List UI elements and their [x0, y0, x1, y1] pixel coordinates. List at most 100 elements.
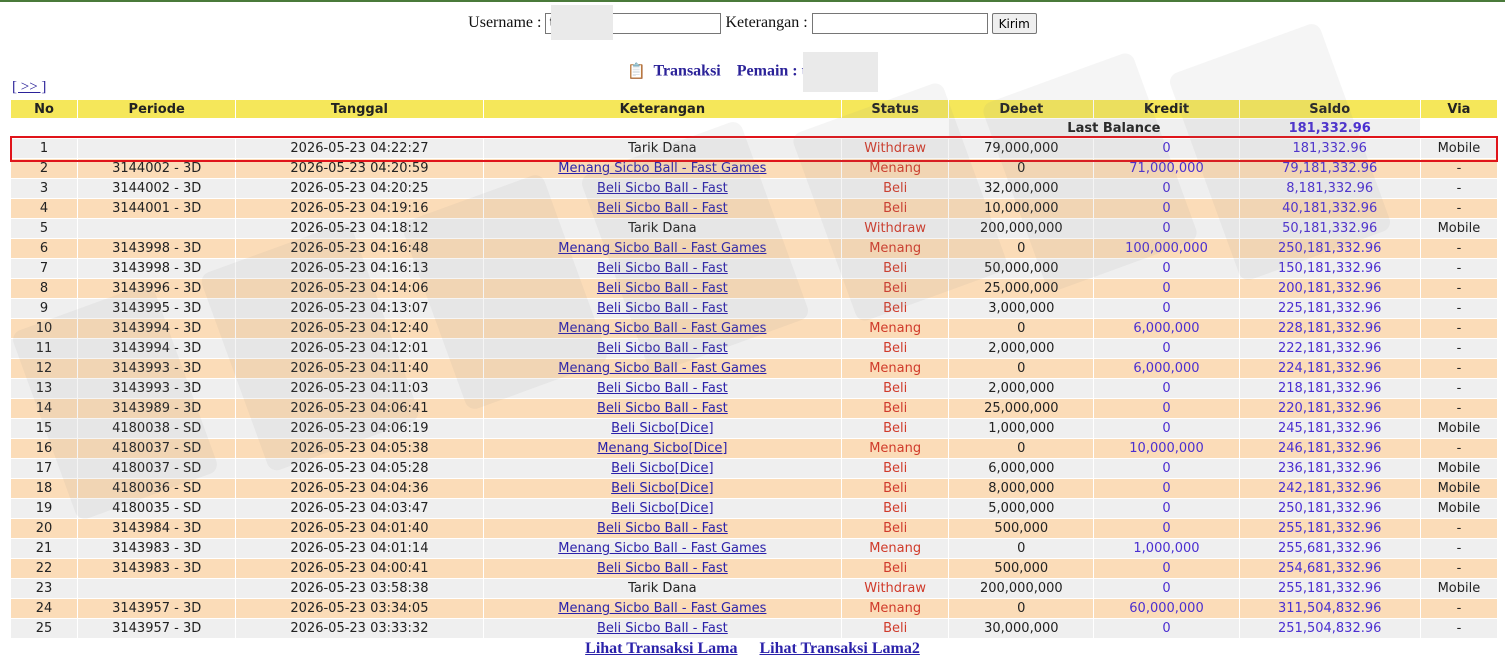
- row-kredit: 6,000,000: [1094, 359, 1239, 378]
- row-status: Beli: [842, 299, 949, 318]
- row-tanggal: 2026-05-23 04:18:12: [236, 219, 483, 238]
- row-via: -: [1420, 339, 1497, 358]
- row-tanggal: 2026-05-23 04:03:47: [236, 499, 483, 518]
- row-no: 5: [11, 219, 78, 238]
- keterangan-link[interactable]: Menang Sicbo Ball - Fast Games: [558, 241, 766, 256]
- row-saldo: 228,181,332.96: [1239, 319, 1420, 338]
- row-status: Menang: [842, 439, 949, 458]
- row-saldo: 200,181,332.96: [1239, 279, 1420, 298]
- row-keterangan-cell: Beli Sicbo Ball - Fast: [483, 179, 842, 198]
- keterangan-link[interactable]: Beli Sicbo Ball - Fast: [597, 181, 728, 196]
- row-saldo: 255,181,332.96: [1239, 579, 1420, 598]
- keterangan-link[interactable]: Beli Sicbo Ball - Fast: [597, 401, 728, 416]
- table-row: 24 3143957 - 3D 2026-05-23 03:34:05 Menang …: [11, 599, 1497, 618]
- row-saldo: 250,181,332.96: [1239, 499, 1420, 518]
- row-kredit: 0: [1094, 559, 1239, 578]
- row-periode: 3144001 - 3D: [78, 199, 236, 218]
- table-row: 12 3143993 - 3D 2026-05-23 04:11:40 Menang …: [11, 359, 1497, 378]
- next-page-link[interactable]: [ >> ]: [12, 79, 46, 96]
- row-periode: [78, 219, 236, 238]
- row-tanggal: 2026-05-23 04:06:41: [236, 399, 483, 418]
- keterangan-link[interactable]: Beli Sicbo[Dice]: [611, 481, 713, 496]
- row-status: Beli: [842, 419, 949, 438]
- keterangan-link[interactable]: Menang Sicbo Ball - Fast Games: [558, 321, 766, 336]
- row-keterangan: Tarik Dana: [483, 219, 842, 238]
- table-row: 10 3143994 - 3D 2026-05-23 04:12:40 Menang …: [11, 319, 1497, 338]
- row-status: Beli: [842, 559, 949, 578]
- keterangan-link[interactable]: Beli Sicbo Ball - Fast: [597, 521, 728, 536]
- row-periode: 3143993 - 3D: [78, 379, 236, 398]
- row-status: Beli: [842, 459, 949, 478]
- row-tanggal: 2026-05-23 04:22:27: [236, 139, 483, 158]
- row-status: Menang: [842, 159, 949, 178]
- col-kredit: Kredit: [1094, 100, 1239, 118]
- lihat-transaksi-lama2-link[interactable]: Lihat Transaksi Lama2: [760, 640, 920, 657]
- kirim-button[interactable]: Kirim: [991, 13, 1037, 34]
- row-saldo: 311,504,832.96: [1239, 599, 1420, 618]
- row-status: Withdraw: [842, 219, 949, 238]
- row-periode: 3143984 - 3D: [78, 519, 236, 538]
- row-tanggal: 2026-05-23 04:00:41: [236, 559, 483, 578]
- row-tanggal: 2026-05-23 04:06:19: [236, 419, 483, 438]
- keterangan-link[interactable]: Beli Sicbo Ball - Fast: [597, 381, 728, 396]
- row-periode: 3143998 - 3D: [78, 259, 236, 278]
- row-via: -: [1420, 619, 1497, 638]
- row-no: 7: [11, 259, 78, 278]
- row-debet: 0: [949, 359, 1094, 378]
- row-kredit: 0: [1094, 339, 1239, 358]
- row-saldo: 8,181,332.96: [1239, 179, 1420, 198]
- keterangan-link[interactable]: Menang Sicbo Ball - Fast Games: [558, 161, 766, 176]
- keterangan-link[interactable]: Beli Sicbo Ball - Fast: [597, 621, 728, 636]
- keterangan-link[interactable]: Beli Sicbo[Dice]: [611, 421, 713, 436]
- row-tanggal: 2026-05-23 04:11:03: [236, 379, 483, 398]
- row-via: Mobile: [1420, 479, 1497, 498]
- row-saldo: 50,181,332.96: [1239, 219, 1420, 238]
- keterangan-link[interactable]: Menang Sicbo Ball - Fast Games: [558, 601, 766, 616]
- row-saldo: 236,181,332.96: [1239, 459, 1420, 478]
- keterangan-link[interactable]: Beli Sicbo Ball - Fast: [597, 201, 728, 216]
- row-status: Beli: [842, 339, 949, 358]
- keterangan-link[interactable]: Beli Sicbo Ball - Fast: [597, 341, 728, 356]
- row-kredit: 0: [1094, 399, 1239, 418]
- row-status: Menang: [842, 539, 949, 558]
- row-status: Beli: [842, 379, 949, 398]
- table-row: 2 3144002 - 3D 2026-05-23 04:20:59 Menang S…: [11, 159, 1497, 178]
- row-keterangan-cell: Beli Sicbo Ball - Fast: [483, 519, 842, 538]
- row-debet: 0: [949, 159, 1094, 178]
- keterangan-link[interactable]: Beli Sicbo Ball - Fast: [597, 561, 728, 576]
- keterangan-input[interactable]: [811, 13, 988, 34]
- row-via: -: [1420, 319, 1497, 338]
- col-tanggal: Tanggal: [236, 100, 483, 118]
- row-keterangan-cell: Menang Sicbo Ball - Fast Games: [483, 159, 842, 178]
- row-tanggal: 2026-05-23 04:14:06: [236, 279, 483, 298]
- row-kredit: 0: [1094, 419, 1239, 438]
- row-status: Withdraw: [842, 139, 949, 158]
- row-keterangan-cell: Beli Sicbo Ball - Fast: [483, 399, 842, 418]
- lihat-transaksi-lama-link[interactable]: Lihat Transaksi Lama: [585, 640, 737, 657]
- row-status: Menang: [842, 359, 949, 378]
- keterangan-link[interactable]: Menang Sicbo Ball - Fast Games: [558, 361, 766, 376]
- row-debet: 200,000,000: [949, 579, 1094, 598]
- row-tanggal: 2026-05-23 04:01:14: [236, 539, 483, 558]
- keterangan-link[interactable]: Beli Sicbo Ball - Fast: [597, 281, 728, 296]
- keterangan-link[interactable]: Menang Sicbo[Dice]: [597, 441, 727, 456]
- row-via: -: [1420, 539, 1497, 558]
- row-periode: 3143998 - 3D: [78, 239, 236, 258]
- row-no: 3: [11, 179, 78, 198]
- keterangan-link[interactable]: Beli Sicbo[Dice]: [611, 461, 713, 476]
- table-row: 8 3143996 - 3D 2026-05-23 04:14:06 Beli Sic…: [11, 279, 1497, 298]
- row-saldo: 40,181,332.96: [1239, 199, 1420, 218]
- row-periode: 3143989 - 3D: [78, 399, 236, 418]
- row-debet: 10,000,000: [949, 199, 1094, 218]
- row-status: Withdraw: [842, 579, 949, 598]
- row-tanggal: 2026-05-23 04:11:40: [236, 359, 483, 378]
- row-debet: 25,000,000: [949, 399, 1094, 418]
- row-via: -: [1420, 299, 1497, 318]
- keterangan-link[interactable]: Beli Sicbo Ball - Fast: [597, 301, 728, 316]
- keterangan-link[interactable]: Menang Sicbo Ball - Fast Games: [558, 541, 766, 556]
- row-debet: 0: [949, 319, 1094, 338]
- row-keterangan-cell: Menang Sicbo[Dice]: [483, 439, 842, 458]
- keterangan-link[interactable]: Beli Sicbo Ball - Fast: [597, 261, 728, 276]
- keterangan-link[interactable]: Beli Sicbo[Dice]: [611, 501, 713, 516]
- footer-links: Lihat Transaksi Lama Lihat Transaksi Lam…: [0, 640, 1505, 658]
